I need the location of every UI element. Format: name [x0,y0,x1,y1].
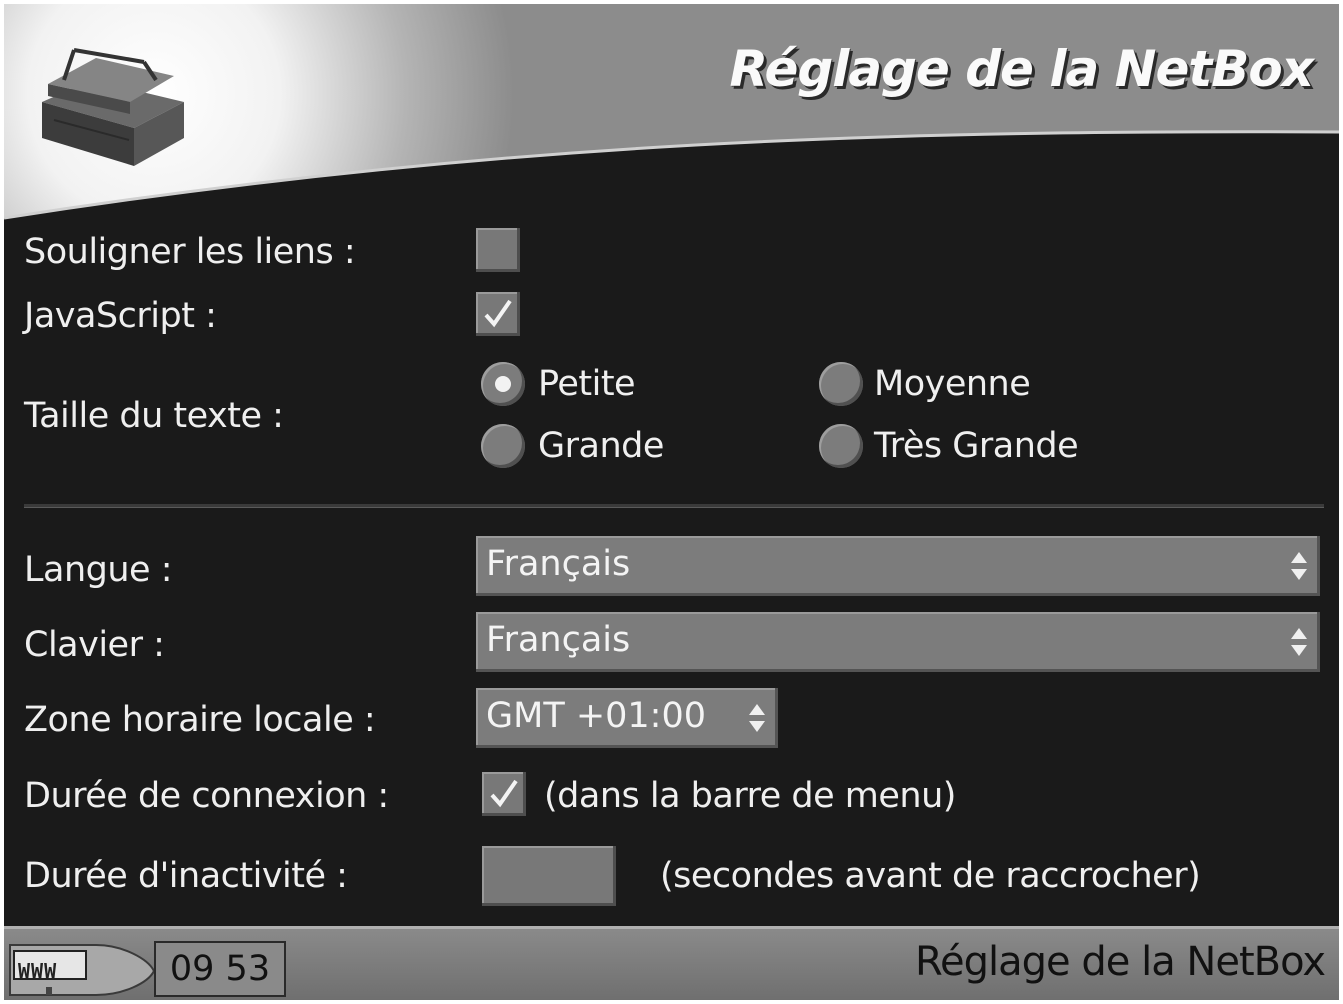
radio-moyenne-label: Moyenne [874,364,1031,404]
up-down-arrows-icon [749,704,765,732]
underline-links-checkbox[interactable] [476,228,520,272]
checkmark-icon [490,779,518,808]
radio-tres-grande[interactable] [819,424,863,468]
connection-time-hint: (dans la barre de menu) [544,776,956,816]
header-banner: Réglage de la NetBox [4,4,1339,220]
status-bar-title: Réglage de la NetBox [915,939,1326,985]
timezone-select[interactable]: GMT +01:00 [476,688,778,748]
header-background [4,4,1339,220]
idle-time-label: Durée d'inactivité : [24,856,348,896]
language-label: Langue : [24,550,172,590]
radio-grande-label: Grande [538,426,664,466]
radio-selected-dot [495,376,511,392]
app-title: Réglage de la NetBox [729,40,1314,98]
radio-petite-label: Petite [538,364,636,404]
javascript-checkbox[interactable] [476,292,520,336]
checkmark-icon [484,299,512,328]
radio-petite[interactable] [481,362,525,406]
timezone-value: GMT +01:00 [486,696,707,736]
language-select[interactable]: Français [476,536,1320,596]
status-bar: WWW 09 53 Réglage de la NetBox [4,926,1339,1000]
connection-time-checkbox[interactable] [482,772,526,816]
timezone-label: Zone horaire locale : [24,700,376,740]
up-down-arrows-icon [1291,552,1307,580]
text-size-label: Taille du texte : [24,396,284,436]
www-label: WWW [18,959,58,983]
idle-time-input[interactable] [482,846,616,906]
keyboard-select[interactable]: Français [476,612,1320,672]
radio-moyenne[interactable] [819,362,863,406]
connection-time-label: Durée de connexion : [24,776,389,816]
keyboard-label: Clavier : [24,625,165,665]
javascript-label: JavaScript : [24,296,217,336]
toolbox-icon [42,48,184,166]
www-button[interactable]: WWW [8,941,158,999]
idle-time-hint: (secondes avant de raccrocher) [660,856,1201,896]
netbox-settings-screen: Réglage de la NetBox Souligner les liens… [4,4,1339,1000]
underline-links-label: Souligner les liens : [24,232,356,272]
language-value: Français [486,544,631,584]
section-divider [24,504,1324,508]
radio-grande[interactable] [481,424,525,468]
up-down-arrows-icon [1291,628,1307,656]
clock-display: 09 53 [154,941,286,997]
keyboard-value: Français [486,620,631,660]
radio-tres-grande-label: Très Grande [874,426,1079,466]
